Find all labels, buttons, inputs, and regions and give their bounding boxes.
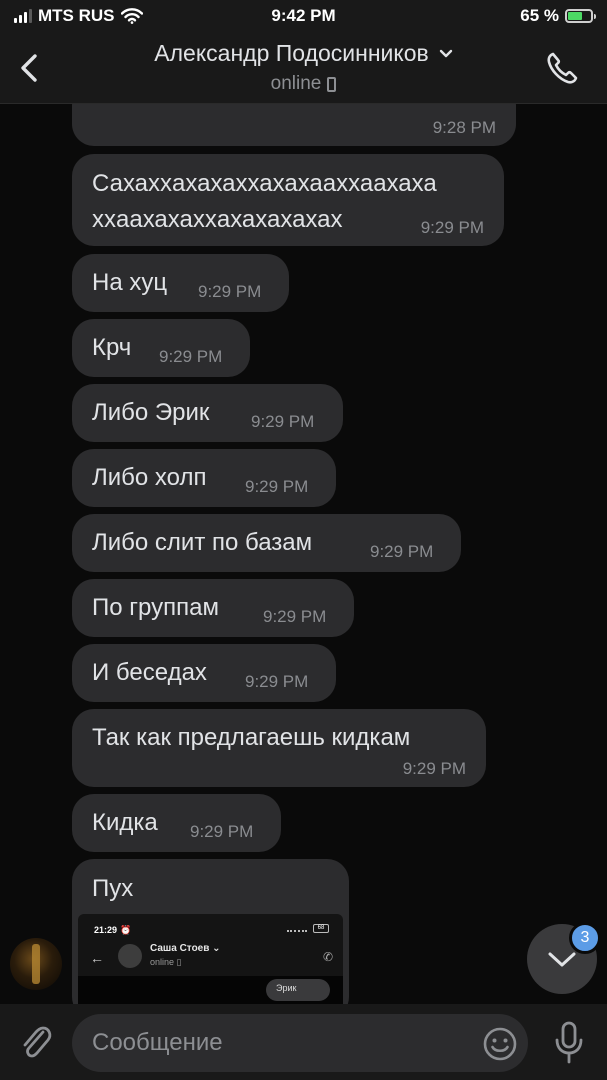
online-status: online (270, 73, 322, 94)
message-bubble[interactable]: Кидка 9:29 PM (72, 794, 281, 852)
message-text: Либо холп (92, 464, 207, 491)
message-time: 9:29 PM (263, 607, 327, 626)
preview-avatar (118, 944, 142, 968)
message-text: По группам (92, 594, 219, 621)
message-bubble[interactable]: Сахахxахахаххахахааххаахаха xxаахахаxxах… (72, 154, 504, 246)
message-time: 9:29 PM (370, 542, 434, 561)
chat-title[interactable]: Александр Подосинников (154, 40, 428, 67)
message-text: Либо слит по базам (92, 529, 313, 556)
chat-header: Александр Подосинников online (0, 32, 607, 104)
message-bubble[interactable]: Так как предлагаешь кидкам 9:29 PM (72, 709, 486, 787)
message-text: Либо Эрик (92, 399, 210, 426)
battery-percent: 65 % (520, 6, 559, 25)
call-icon[interactable] (543, 48, 581, 88)
message-text: На хуц (92, 269, 168, 296)
chat-title-area[interactable]: Александр Подосинников online (90, 40, 517, 95)
unread-badge: 3 (569, 922, 601, 954)
message-input-box[interactable] (72, 1014, 528, 1072)
message-time: 9:29 PM (245, 477, 309, 496)
back-icon[interactable] (14, 48, 46, 88)
preview-back-icon: ← (90, 950, 104, 966)
chevron-down-icon[interactable] (439, 49, 453, 59)
message-bubble[interactable]: И беседах 9:29 PM (72, 644, 336, 702)
preview-signal-icon (287, 926, 307, 932)
battery-icon (565, 9, 596, 23)
message-time: 9:29 PM (198, 282, 262, 301)
preview-battery: 68 (313, 924, 329, 933)
message-time: 9:29 PM (245, 672, 309, 691)
message-bubble[interactable]: По группам 9:29 PM (72, 579, 354, 637)
mobile-device-icon (327, 76, 337, 92)
message-bubble[interactable]: Крч 9:29 PM (72, 319, 250, 377)
message-time: 9:29 PM (402, 759, 466, 778)
message-bubble[interactable]: Либо холп 9:29 PM (72, 449, 336, 507)
preview-contact-status: online ▯ (150, 957, 182, 967)
message-bubble[interactable]: На хуц 9:29 PM (72, 254, 289, 312)
status-time: 9:42 PM (271, 6, 336, 25)
emoji-icon[interactable] (482, 1026, 518, 1062)
status-bar: MTS RUS 9:42 PM 65 % (0, 0, 607, 32)
avatar[interactable] (10, 938, 62, 990)
preview-message-text: Эрик (276, 983, 297, 993)
message-time: 9:28 PM (432, 118, 496, 137)
message-bubble[interactable]: 9:28 PM (72, 104, 516, 146)
chevron-down-icon (548, 952, 576, 967)
message-text: Пух (92, 875, 134, 902)
message-composer (0, 1004, 607, 1080)
message-bubble[interactable]: Либо слит по базам 9:29 PM (72, 514, 461, 572)
message-text: Так как предлагаешь кидкам (92, 724, 411, 751)
status-right: 65 % (520, 6, 596, 26)
message-input[interactable] (92, 1014, 472, 1072)
message-text: xxаахахаxxахахахахах (92, 206, 343, 233)
message-text: И беседах (92, 659, 207, 686)
microphone-icon[interactable] (552, 1020, 586, 1066)
message-list[interactable]: 9:28 PM Сахахxахахаххахахааххаахаха xxаа… (0, 104, 607, 1004)
attach-icon[interactable] (16, 1020, 56, 1064)
alarm-icon: ⏰ (120, 925, 132, 935)
preview-time: 21:29 (94, 925, 118, 935)
message-text: Крч (92, 334, 132, 361)
message-time: 9:29 PM (190, 822, 254, 841)
message-text: Сахахxахахаххахахааххаахаха (92, 170, 437, 197)
message-time: 9:29 PM (159, 347, 223, 366)
message-time: 9:29 PM (251, 412, 315, 431)
preview-contact-name: Саша Стоев ⌄ (150, 943, 221, 954)
message-text: Кидка (92, 809, 158, 836)
screenshot-attachment[interactable]: 21:29 ⏰ 68 ← Саша Стоев ⌄ online ▯ ✆ Эри… (78, 914, 343, 1004)
message-time: 9:29 PM (420, 218, 484, 237)
message-bubble[interactable]: Либо Эрик 9:29 PM (72, 384, 343, 442)
preview-call-icon: ✆ (322, 950, 333, 964)
